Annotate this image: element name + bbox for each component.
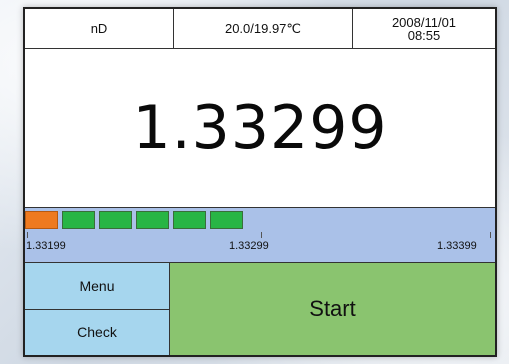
control-panel: Menu Check Start — [25, 262, 495, 355]
scale-tick-right — [490, 232, 491, 238]
scale-tick-center — [261, 232, 262, 238]
check-button[interactable]: Check — [25, 309, 169, 355]
stability-block-green — [62, 211, 95, 229]
measurement-value: 1.33299 — [132, 93, 388, 163]
datetime-display: 2008/11/01 08:55 — [353, 9, 495, 48]
date-text: 2008/11/01 — [391, 14, 457, 30]
time-text: 08:55 — [407, 27, 441, 43]
scale-label-min: 1.33199 — [26, 240, 66, 252]
measurement-panel: 1.33299 — [25, 49, 495, 207]
temperature-readout: 20.0/19.97℃ — [174, 9, 353, 48]
stability-block-green — [210, 211, 243, 229]
scale-tick-left — [27, 232, 28, 238]
instrument-screen: nD 20.0/19.97℃ 2008/11/01 08:55 1.33299 … — [23, 7, 497, 357]
start-button[interactable]: Start — [170, 263, 495, 355]
scale-label-max: 1.33399 — [437, 240, 477, 252]
mode-indicator: nD — [25, 9, 174, 48]
stability-block-green — [99, 211, 132, 229]
stability-block-orange — [25, 211, 58, 229]
menu-button[interactable]: Menu — [25, 263, 169, 310]
status-header: nD 20.0/19.97℃ 2008/11/01 08:55 — [25, 9, 495, 49]
stability-block-green — [136, 211, 169, 229]
stability-indicator-blocks — [25, 211, 247, 229]
side-buttons: Menu Check — [25, 263, 170, 355]
scale-label-center: 1.33299 — [229, 240, 269, 252]
stability-scale: 1.33199 1.33299 1.33399 — [25, 207, 495, 262]
stability-block-green — [173, 211, 206, 229]
